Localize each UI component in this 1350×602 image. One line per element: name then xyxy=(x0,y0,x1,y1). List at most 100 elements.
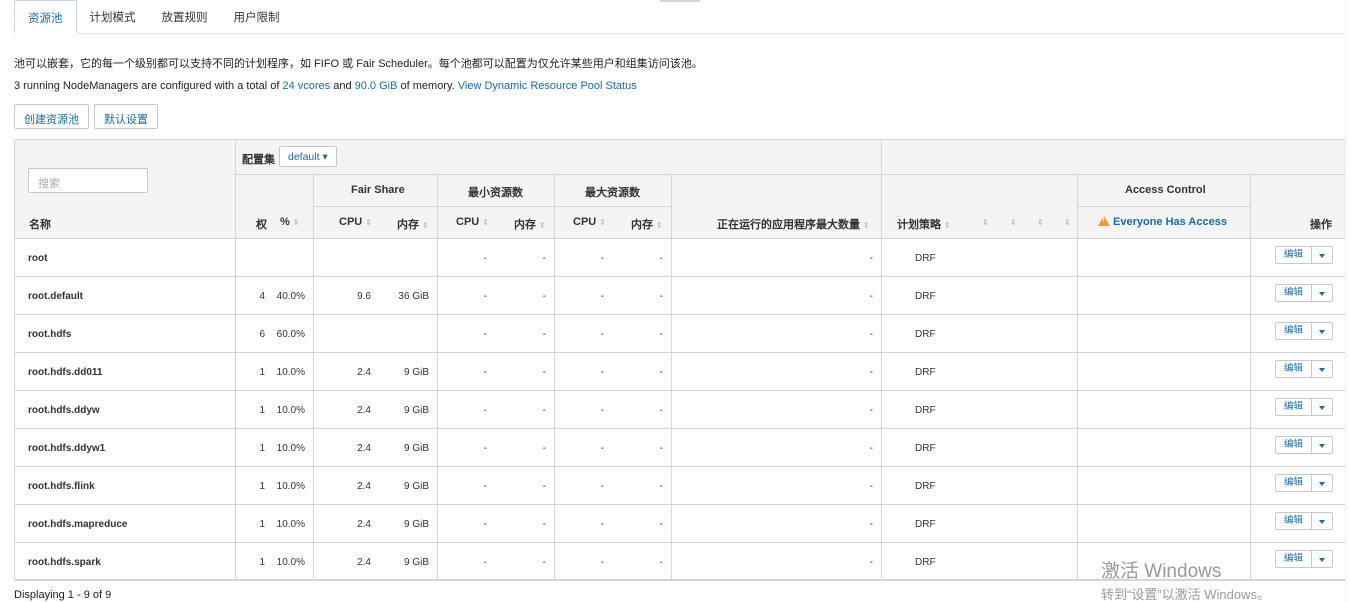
sort-icon: ⇕ xyxy=(863,221,870,230)
chevron-down-icon[interactable] xyxy=(1312,474,1333,492)
sort-icon[interactable]: ⇕ xyxy=(1061,216,1071,228)
cell-divider xyxy=(235,315,236,353)
cell-policy: DRF xyxy=(915,329,936,340)
edit-button[interactable]: 编辑 xyxy=(1275,550,1312,568)
cell-max-apps: - xyxy=(869,329,873,340)
edit-button[interactable]: 编辑 xyxy=(1275,246,1312,264)
sort-icon: ⇕ xyxy=(656,221,663,230)
row-actions: 编辑 xyxy=(1275,360,1333,378)
col-max-running-apps[interactable]: 正在运行的应用程序最大数量 ⇕ xyxy=(717,216,870,232)
chevron-down-icon[interactable] xyxy=(1312,512,1333,530)
cell-divider xyxy=(554,543,555,581)
cell-name: root.hdfs.ddyw xyxy=(28,405,100,416)
col-fs-mem[interactable]: 内存 ⇕ xyxy=(397,216,429,232)
table-row: root - - - - - DRF 编辑 xyxy=(15,239,1345,277)
cell-min-mem: - xyxy=(542,557,546,568)
summary-suffix: of memory. xyxy=(400,80,455,92)
cluster-summary: 3 running NodeManagers are configured wi… xyxy=(14,80,637,92)
chevron-down-icon[interactable] xyxy=(1312,322,1333,340)
cell-divider xyxy=(1077,429,1078,467)
cell-max-cpu: - xyxy=(600,291,604,302)
cell-divider xyxy=(1077,467,1078,505)
cell-divider xyxy=(1077,353,1078,391)
vcores-link[interactable]: 24 vcores xyxy=(282,80,330,92)
cell-fs-cpu: 2.4 xyxy=(357,405,371,416)
table-row: root.hdfs.dd011 1 10.0% 2.4 9 GiB - - - - - DRF 编辑 xyxy=(15,353,1345,391)
dynamic-pool-status-link[interactable]: View Dynamic Resource Pool Status xyxy=(458,80,637,92)
cell-weight: 1 xyxy=(259,367,265,378)
cell-divider xyxy=(881,353,882,391)
page-scrollbar[interactable] xyxy=(1345,0,1350,602)
tab-user-limits[interactable]: 用户限制 xyxy=(221,0,293,33)
tab-placement-rules[interactable]: 放置规则 xyxy=(149,0,221,33)
cell-divider xyxy=(881,391,882,429)
cell-weight: 1 xyxy=(259,557,265,568)
cell-min-mem: - xyxy=(542,481,546,492)
row-actions: 编辑 xyxy=(1275,398,1333,416)
edit-button[interactable]: 编辑 xyxy=(1275,360,1312,378)
cell-percent: 10.0% xyxy=(276,557,305,568)
edit-button[interactable]: 编辑 xyxy=(1275,512,1312,530)
cell-divider xyxy=(1250,429,1251,467)
chevron-down-icon[interactable] xyxy=(1312,360,1333,378)
cell-max-cpu: - xyxy=(600,405,604,416)
activation-watermark-title: 激活 Windows xyxy=(1101,561,1222,582)
col-min-cpu-label: CPU xyxy=(456,216,480,228)
header-divider xyxy=(1077,206,1250,207)
edit-button[interactable]: 编辑 xyxy=(1275,398,1312,416)
cell-max-apps: - xyxy=(869,291,873,302)
sort-icon[interactable]: ⇕ xyxy=(1007,216,1017,228)
col-name[interactable]: 名称 xyxy=(29,216,51,232)
edit-button[interactable]: 编辑 xyxy=(1275,322,1312,340)
edit-button[interactable]: 编辑 xyxy=(1275,474,1312,492)
cell-divider xyxy=(313,315,314,353)
col-min-mem[interactable]: 内存 ⇕ xyxy=(514,216,546,232)
cell-max-mem: - xyxy=(659,329,663,340)
cell-name: root.hdfs.mapreduce xyxy=(28,519,128,530)
col-weight[interactable]: 权 xyxy=(256,216,267,232)
cell-divider xyxy=(437,239,438,277)
chevron-down-icon[interactable] xyxy=(1312,436,1333,454)
cell-divider xyxy=(437,467,438,505)
cell-min-cpu: - xyxy=(483,405,487,416)
cell-divider xyxy=(1250,467,1251,505)
search-input[interactable]: 搜索 xyxy=(28,168,148,193)
col-min-cpu[interactable]: CPU ⇕ xyxy=(456,216,489,228)
default-settings-button[interactable]: 默认设置 xyxy=(94,104,158,129)
cell-max-cpu: - xyxy=(600,557,604,568)
table-row: root.hdfs.mapreduce 1 10.0% 2.4 9 GiB - - - - - DR… xyxy=(15,505,1345,543)
sort-icon[interactable]: ⇕ xyxy=(979,216,989,228)
tab-schedule-mode[interactable]: 计划模式 xyxy=(77,0,149,33)
access-status[interactable]: Everyone Has Access xyxy=(1098,216,1227,228)
cell-max-apps: - xyxy=(869,367,873,378)
cell-max-apps: - xyxy=(869,253,873,264)
chevron-down-icon[interactable] xyxy=(1312,284,1333,302)
cell-weight: 1 xyxy=(259,443,265,454)
tab-resource-pools[interactable]: 资源池 xyxy=(14,0,77,34)
chevron-down-icon[interactable] xyxy=(1312,398,1333,416)
col-max-mem-label: 内存 xyxy=(631,219,653,231)
cell-divider xyxy=(1077,505,1078,543)
cell-divider xyxy=(671,505,672,543)
col-schedule-policy[interactable]: 计划策略 ⇕ xyxy=(897,216,951,232)
create-pool-button[interactable]: 创建资源池 xyxy=(14,104,89,129)
col-fs-cpu[interactable]: CPU ⇕ xyxy=(339,216,372,228)
cell-divider xyxy=(1250,353,1251,391)
header-divider xyxy=(235,174,1347,175)
row-actions: 编辑 xyxy=(1275,512,1333,530)
chevron-down-icon[interactable] xyxy=(1312,550,1333,568)
col-percent[interactable]: % ⇕ xyxy=(280,216,299,228)
table-row: root.hdfs 6 60.0% - - - - - DRF 编辑 xyxy=(15,315,1345,353)
col-max-cpu[interactable]: CPU ⇕ xyxy=(573,216,606,228)
col-max-cpu-label: CPU xyxy=(573,216,597,228)
cell-name: root.hdfs.dd011 xyxy=(28,367,103,378)
cell-divider xyxy=(437,505,438,543)
sort-icon[interactable]: ⇕ xyxy=(1034,216,1044,228)
edit-button[interactable]: 编辑 xyxy=(1275,436,1312,454)
chevron-down-icon[interactable] xyxy=(1312,246,1333,264)
config-set-dropdown[interactable]: default ▾ xyxy=(279,146,337,167)
memory-link[interactable]: 90.0 GiB xyxy=(355,80,398,92)
col-max-mem[interactable]: 内存 ⇕ xyxy=(631,216,663,232)
edit-button[interactable]: 编辑 xyxy=(1275,284,1312,302)
cell-divider xyxy=(881,239,882,277)
